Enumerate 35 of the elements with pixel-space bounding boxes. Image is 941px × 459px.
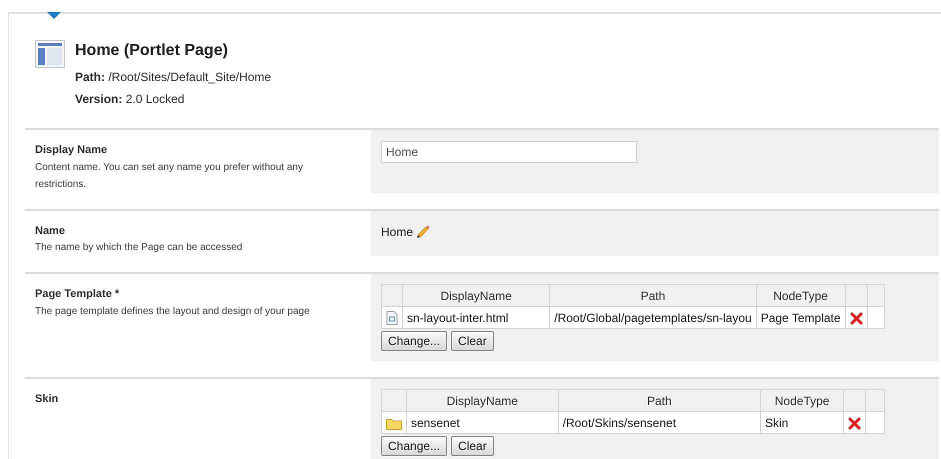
display-name-field[interactable]: Home — [381, 141, 637, 163]
name-value: Home — [381, 224, 414, 240]
clear-button[interactable]: Clear — [451, 436, 494, 456]
field-description: Content name. You can set any name you prefer without any restrictions. — [35, 160, 304, 192]
column-header: DisplayName — [402, 284, 550, 306]
delete-icon[interactable] — [850, 312, 863, 325]
table-cell: /Root/Skins/sensenet — [558, 412, 760, 434]
file-icon — [386, 311, 398, 326]
delete-icon[interactable] — [848, 416, 862, 430]
field-label: Page Template * — [35, 287, 120, 302]
folder-icon — [386, 416, 402, 430]
column-header: Path — [558, 390, 760, 412]
field-label: Name — [35, 224, 66, 238]
column-header: Path — [550, 284, 756, 306]
column-header: NodeType — [760, 390, 844, 412]
pencil-icon[interactable] — [415, 224, 432, 240]
version-text: Version: 2.0 Locked — [75, 91, 186, 108]
table-cell: /Root/Global/pagetemplates/sn-layou — [550, 306, 756, 328]
table-cell: sn-layout-inter.html — [402, 306, 550, 328]
field-label: Display Name — [35, 143, 108, 158]
page-title: Home (Portlet Page) — [75, 41, 229, 61]
field-description: The name by which the Page can be accessed — [35, 241, 244, 255]
table-cell: sensenet — [406, 412, 558, 434]
field-description: The page template defines the layout and design of your page — [35, 304, 311, 318]
clear-button[interactable]: Clear — [451, 331, 494, 351]
table-cell: Page Template — [756, 306, 846, 328]
column-header: NodeType — [756, 284, 846, 306]
page-icon — [35, 40, 65, 68]
table-cell: Skin — [760, 412, 844, 434]
field-label: Skin — [35, 392, 60, 407]
column-header: DisplayName — [406, 390, 558, 412]
path-text: Path: /Root/Sites/Default_Site/Home — [75, 69, 272, 86]
change-button[interactable]: Change... — [381, 436, 448, 456]
change-button[interactable]: Change... — [381, 331, 448, 351]
pointer-icon — [47, 12, 61, 20]
